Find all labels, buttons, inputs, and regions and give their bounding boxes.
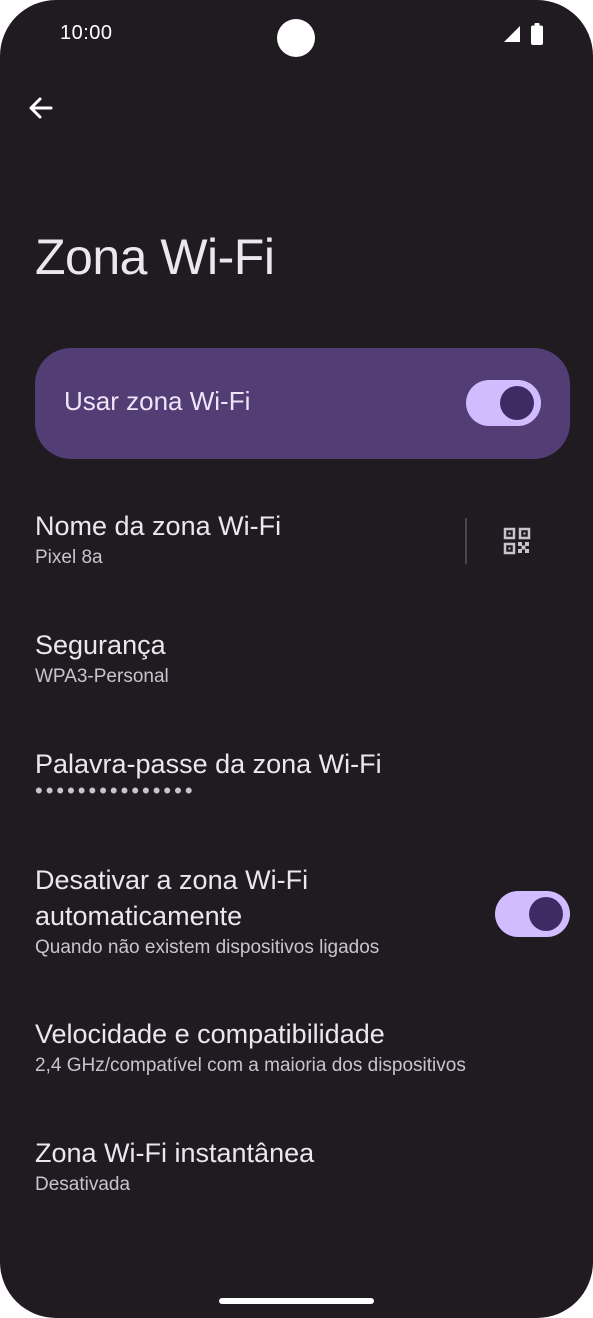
instant-hotspot-value: Desativada xyxy=(35,1174,131,1195)
gesture-nav-handle[interactable] xyxy=(219,1298,374,1304)
auto-off-title-line2: automaticamente xyxy=(35,901,243,931)
status-time: 10:00 xyxy=(60,22,113,44)
screen: 10:00 Zona Wi-Fi Usar zona Wi-Fi Nome da… xyxy=(0,0,593,1318)
hotspot-name-item[interactable]: Nome da zona Wi-Fi Pixel 8a xyxy=(35,508,281,569)
auto-off-summary: Quando não existem dispositivos ligados xyxy=(35,937,380,958)
auto-off-item[interactable]: Desativar a zona Wi-Fi automaticamente Q… xyxy=(35,862,475,959)
speed-compatibility-title: Velocidade e compatibilidade xyxy=(35,1019,385,1049)
use-hotspot-switch-card[interactable]: Usar zona Wi-Fi xyxy=(35,348,570,459)
hotspot-name-title: Nome da zona Wi-Fi xyxy=(35,511,282,541)
use-hotspot-toggle[interactable] xyxy=(466,380,541,426)
vertical-divider xyxy=(465,518,467,564)
instant-hotspot-title: Zona Wi-Fi instantânea xyxy=(35,1138,315,1168)
auto-off-toggle[interactable] xyxy=(495,891,570,937)
security-value: WPA3-Personal xyxy=(35,666,169,687)
page-title: Zona Wi-Fi xyxy=(35,229,275,285)
password-title: Palavra-passe da zona Wi-Fi xyxy=(35,749,382,779)
security-item[interactable]: Segurança WPA3-Personal xyxy=(35,627,169,688)
password-item[interactable]: Palavra-passe da zona Wi-Fi ••••••••••••… xyxy=(35,746,382,804)
cell-signal-icon xyxy=(504,26,520,42)
instant-hotspot-item[interactable]: Zona Wi-Fi instantânea Desativada xyxy=(35,1135,314,1196)
hotspot-name-value: Pixel 8a xyxy=(35,547,103,568)
arrow-back-icon[interactable] xyxy=(26,93,56,123)
speed-compatibility-item[interactable]: Velocidade e compatibilidade 2,4 GHz/com… xyxy=(35,1016,466,1077)
auto-off-title-line1: Desativar a zona Wi-Fi xyxy=(35,865,309,895)
toggle-thumb xyxy=(529,897,563,931)
camera-cutout xyxy=(277,19,315,57)
speed-compatibility-value: 2,4 GHz/compatível com a maioria dos dis… xyxy=(35,1055,466,1076)
qr-code-icon[interactable] xyxy=(503,527,531,555)
security-title: Segurança xyxy=(35,630,166,660)
toggle-thumb xyxy=(500,386,534,420)
battery-icon xyxy=(531,23,543,45)
use-hotspot-label: Usar zona Wi-Fi xyxy=(64,386,251,416)
